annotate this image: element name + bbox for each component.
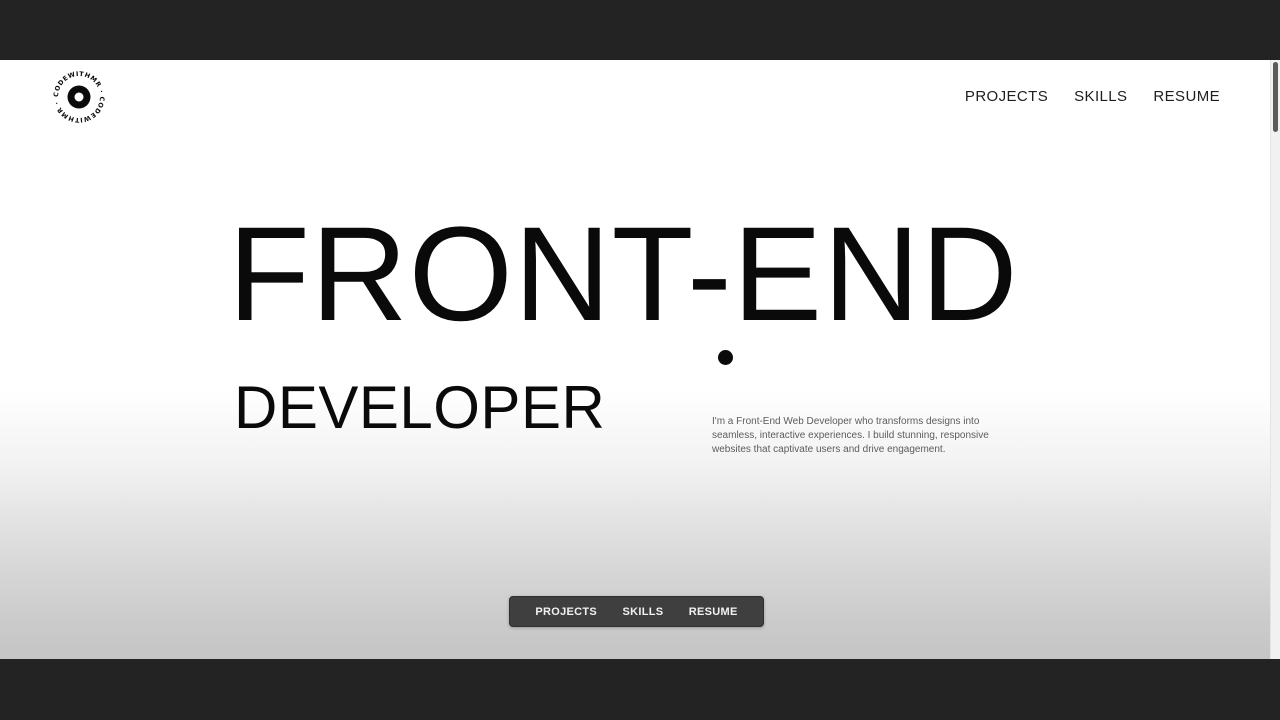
hero-description: I'm a Front-End Web Developer who transf… <box>712 416 989 455</box>
logo[interactable]: CODEWITHMR · CODEWITHMR · <box>50 68 108 126</box>
hero-title: FRONT-END <box>228 200 1019 349</box>
cursor-dot <box>718 350 733 365</box>
nav-resume-link[interactable]: RESUME <box>1153 88 1220 105</box>
bottom-nav-projects-link[interactable]: PROJECTS <box>535 606 597 618</box>
nav-projects-link[interactable]: PROJECTS <box>965 88 1048 105</box>
letterbox-bottom <box>0 659 1280 720</box>
bottom-nav-skills-link[interactable]: SKILLS <box>622 606 663 618</box>
bottom-nav-pill: PROJECTS SKILLS RESUME <box>509 596 764 627</box>
scrollbar-thumb[interactable] <box>1273 62 1278 132</box>
hero-subtitle: DEVELOPER <box>234 374 606 441</box>
scrollbar[interactable] <box>1270 60 1280 659</box>
page-viewport: CODEWITHMR · CODEWITHMR · PROJECTS SKILL… <box>0 60 1280 659</box>
nav-skills-link[interactable]: SKILLS <box>1074 88 1127 105</box>
top-nav: PROJECTS SKILLS RESUME <box>965 88 1220 105</box>
logo-icon: CODEWITHMR · CODEWITHMR · <box>52 70 106 124</box>
bottom-nav-resume-link[interactable]: RESUME <box>689 606 738 618</box>
letterbox-top <box>0 0 1280 60</box>
